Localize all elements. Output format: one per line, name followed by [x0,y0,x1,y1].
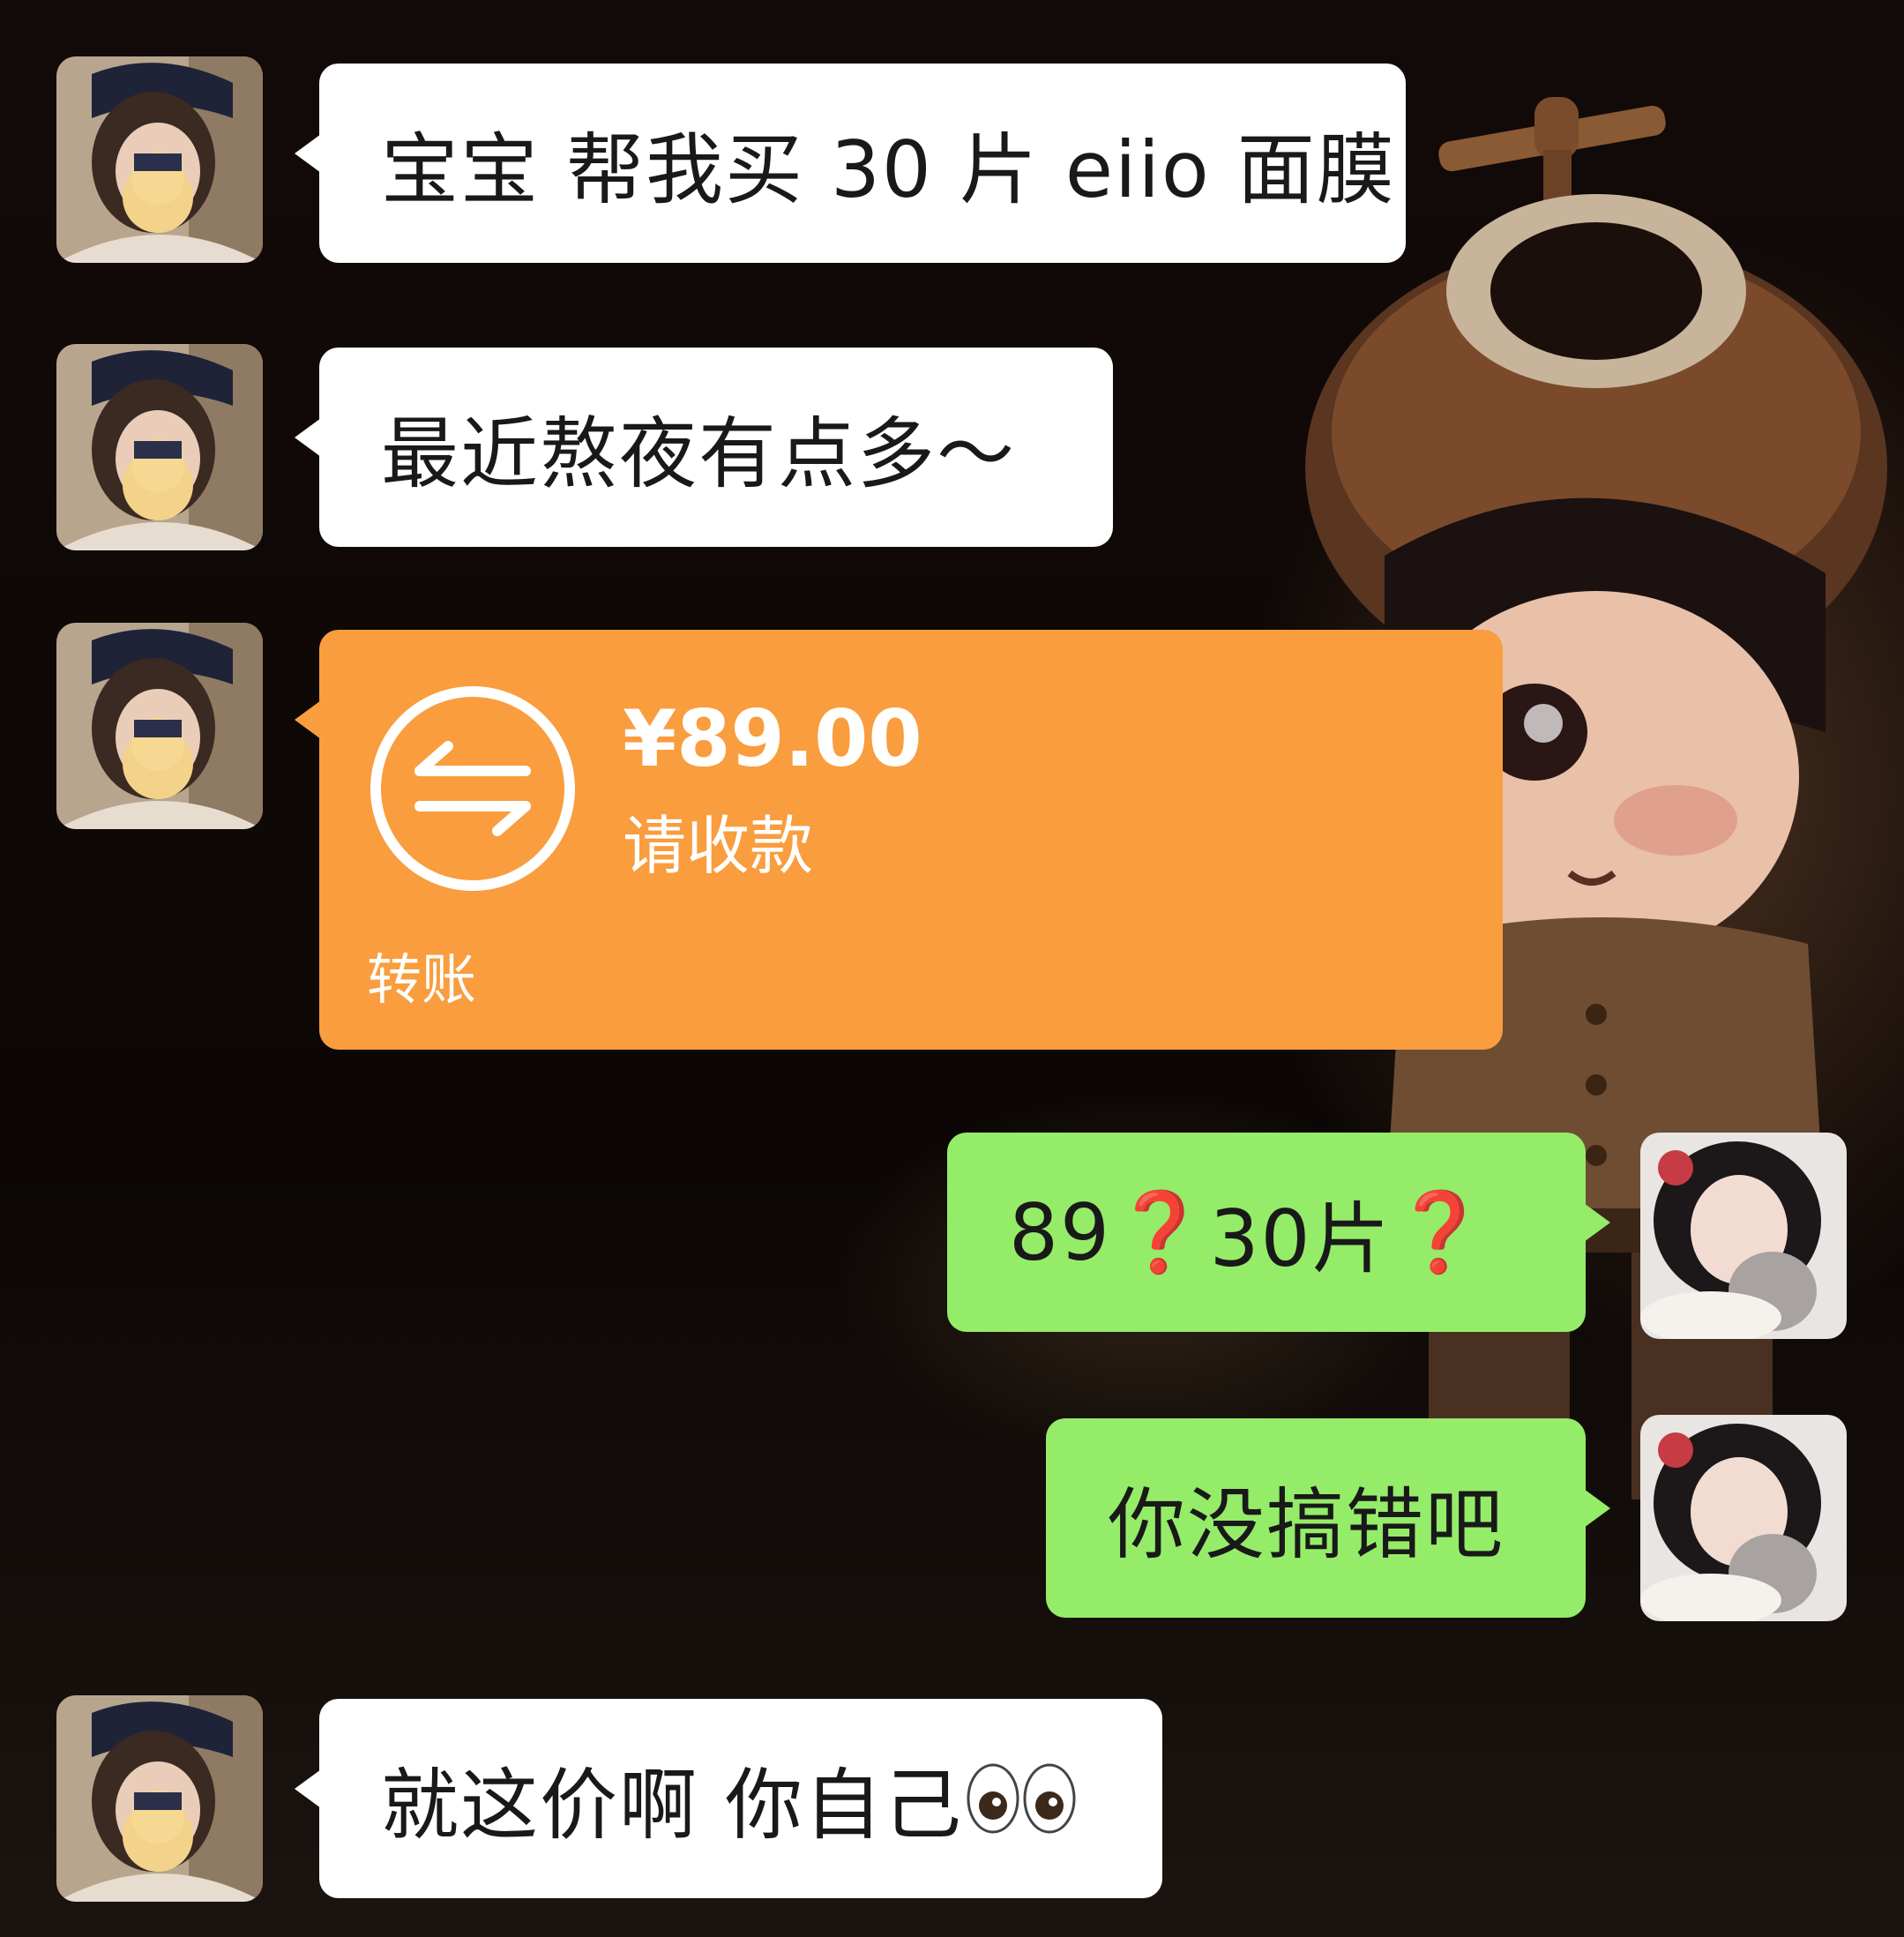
transfer-card[interactable]: ¥89.00 请收款 转账 [295,630,1503,1050]
bubble-tail [1584,1489,1610,1528]
message-bubble[interactable]: 你没搞错吧 [1046,1418,1610,1618]
avatar-image [56,344,263,550]
message-text: 就这价啊 你自己 [381,1699,1076,1898]
message-bubble[interactable]: 最近熬夜有点多～ [295,348,1113,547]
message-bubble[interactable]: 宝宝 帮我买 30 片 eiio 面膜 [295,64,1406,263]
bubble-tail [1584,1203,1610,1242]
message-bubble[interactable]: 就这价啊 你自己 [295,1699,1162,1898]
question-mark-emoji: ❓ [1110,1186,1210,1277]
message-text-part: 30片 [1209,1193,1392,1284]
message-text: 你没搞错吧 [1108,1478,1505,1570]
question-mark-emoji: ❓ [1391,1186,1490,1277]
bubble-tail [295,700,321,739]
avatar-image [56,623,263,829]
bubble-tail [295,134,321,173]
message-text-part: 89 [1009,1186,1111,1278]
bubble-tail [295,418,321,457]
message-text-part: 就这价啊 你自己 [381,1759,963,1851]
my-avatar[interactable] [1640,1415,1847,1621]
eyes-emoji-icon [967,1763,1076,1834]
transfer-amount: ¥89.00 [623,693,922,784]
message-bubble[interactable]: 89 ❓ 30片 ❓ [947,1133,1610,1332]
my-avatar[interactable] [1640,1133,1847,1339]
message-text: 89 ❓ 30片 ❓ [1009,1133,1490,1332]
avatar-image [1640,1133,1847,1339]
message-text: 最近熬夜有点多～ [381,408,1017,499]
transfer-label: 转账 [367,947,477,1012]
contact-avatar[interactable] [56,623,263,829]
bubble-tail [295,1769,321,1808]
transfer-note: 请收款 [623,809,814,883]
avatar-image [56,1695,263,1902]
avatar-image [56,56,263,263]
avatar-image [1640,1415,1847,1621]
contact-avatar[interactable] [56,344,263,550]
contact-avatar[interactable] [56,56,263,263]
contact-avatar[interactable] [56,1695,263,1902]
transfer-arrows-icon [370,686,575,891]
message-text: 宝宝 帮我买 30 片 eiio 面膜 [381,123,1396,215]
